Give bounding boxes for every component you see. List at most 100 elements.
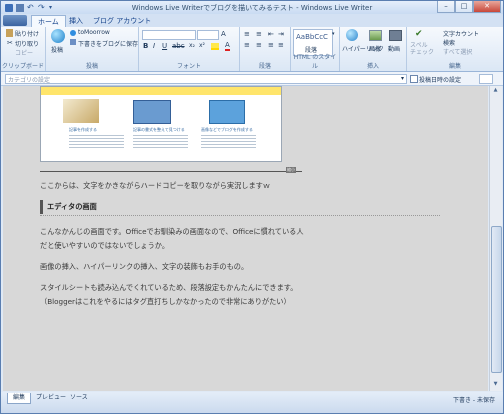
- maximize-button[interactable]: □: [455, 1, 473, 13]
- word-count-button[interactable]: 文字カウント: [443, 29, 479, 38]
- italic-icon[interactable]: I: [153, 42, 155, 50]
- font-family-select[interactable]: [142, 30, 196, 40]
- paragraph: （Bloggerはこれをやるにはタグ直打ちしかなかったので非常にありがたい）: [40, 297, 291, 306]
- font-color-icon[interactable]: A: [225, 41, 230, 51]
- scroll-up-icon[interactable]: ▲: [491, 87, 500, 95]
- copy-button[interactable]: コピー: [15, 48, 33, 57]
- paste-icon: [6, 29, 13, 37]
- scroll-down-icon[interactable]: ▼: [491, 381, 500, 389]
- heading-bar: [40, 200, 43, 214]
- clear-format-icon[interactable]: A: [221, 30, 226, 38]
- minimize-button[interactable]: –: [437, 1, 455, 13]
- close-button[interactable]: ✕: [473, 1, 501, 13]
- html-style-group-label: HTML のスタイル: [293, 54, 337, 70]
- font-size-select[interactable]: [197, 30, 219, 40]
- embedded-screenshot-image[interactable]: 記事を作成する 記事の書式を整えて見つける 画像などでブログを作成する: [40, 86, 282, 162]
- align-left-icon[interactable]: ≡: [244, 41, 250, 49]
- app-icon: [5, 3, 13, 12]
- clipboard-group: 貼り付け 切り取り ✂ コピー クリップボード: [1, 27, 46, 71]
- insert-video-button[interactable]: 動画: [388, 44, 400, 53]
- select-all-button[interactable]: すべて選択: [443, 47, 472, 56]
- window-title: Windows Live Writerでブログを描いてみるテスト - Windo…: [131, 4, 373, 12]
- align-justify-icon[interactable]: ≡: [278, 41, 284, 49]
- find-button[interactable]: 検索: [443, 38, 455, 47]
- font-group: A B I U abc x₂ x² A フォント: [139, 27, 240, 71]
- image-banner: [41, 87, 281, 95]
- date-picker[interactable]: [479, 74, 493, 84]
- highlight-icon[interactable]: [211, 43, 219, 50]
- bullet-list-icon[interactable]: ≡: [244, 30, 250, 38]
- category-field[interactable]: カテゴリの設定 ▾: [5, 74, 407, 84]
- image-bottom-border: [40, 171, 302, 172]
- paragraph: だと使いやすいのではないでしょうか。: [40, 241, 170, 250]
- redo-icon[interactable]: ↷: [38, 3, 46, 12]
- paste-button[interactable]: 貼り付け: [15, 29, 39, 38]
- underline-icon[interactable]: U: [162, 42, 167, 50]
- tab-source[interactable]: ソース: [65, 393, 93, 403]
- edit-group-label: 編集: [448, 63, 461, 70]
- paragraph: ここからは、文字をかきながらハードコピーを取りながら実況しますｗ: [40, 181, 271, 190]
- spellcheck-icon: ✔: [415, 29, 423, 39]
- outdent-icon[interactable]: ⇤: [268, 30, 274, 38]
- editor-canvas[interactable]: 記事を作成する 記事の書式を整えて見つける 画像などでブログを作成する 縮小 こ…: [3, 86, 488, 391]
- ribbon-tabs: ホーム 挿入 ブログ アカウント: [1, 14, 503, 28]
- insert-group-label: 挿入: [366, 63, 379, 70]
- hyperlink-icon: [346, 29, 358, 41]
- edit-group: ✔ スペル チェック 文字カウント 検索 すべて選択 編集: [407, 27, 503, 71]
- ribbon: 貼り付け 切り取り ✂ コピー クリップボード 投稿 toMoorrow 下書き…: [1, 27, 503, 72]
- blog-icon: [70, 30, 76, 36]
- window-controls: – □ ✕: [437, 1, 501, 13]
- image-resize-tag[interactable]: 縮小: [286, 167, 296, 173]
- superscript-icon[interactable]: x²: [199, 42, 205, 49]
- draft-status: 下書き - 未保存: [453, 397, 495, 404]
- publish-group-label: 投稿: [85, 63, 98, 70]
- image-icon: [369, 30, 382, 41]
- thumb-text: [133, 133, 188, 149]
- tab-edit[interactable]: 編集: [7, 393, 32, 404]
- style-preview: AaBbCcC: [296, 33, 328, 41]
- align-right-icon[interactable]: ≡: [268, 41, 274, 49]
- section-heading: エディタの画面: [47, 202, 97, 211]
- publish-group: 投稿 toMoorrow 下書きをブログに保存 投稿: [46, 27, 139, 71]
- notebook-icon: [63, 99, 99, 123]
- thumb-text: [201, 133, 256, 149]
- font-group-label: フォント: [176, 63, 201, 70]
- save-draft-button[interactable]: 下書きをブログに保存: [78, 39, 138, 48]
- gallery-more-icon[interactable]: ▾: [332, 31, 335, 37]
- scroll-thumb[interactable]: [491, 226, 502, 373]
- insert-image-button[interactable]: 画像: [369, 44, 381, 53]
- align-center-icon[interactable]: ≡: [256, 41, 262, 49]
- html-style-group: AaBbCcC 段落 ▾ HTML のスタイル: [291, 27, 340, 71]
- category-dropdown-icon[interactable]: ▾: [401, 75, 404, 82]
- paragraph-group-label: 段落: [258, 63, 271, 70]
- tab-blog-account[interactable]: ブログ アカウント: [87, 15, 157, 27]
- blog-selector[interactable]: toMoorrow: [78, 29, 110, 36]
- indent-icon[interactable]: ⇥: [278, 30, 284, 38]
- app-menu-button[interactable]: [3, 15, 27, 26]
- scissors-icon: ✂: [7, 39, 13, 47]
- spellcheck-button[interactable]: スペル チェック: [410, 42, 434, 56]
- globe-icon: [51, 29, 65, 43]
- numbered-list-icon[interactable]: ≡: [256, 30, 262, 38]
- cut-button[interactable]: 切り取り: [15, 39, 39, 48]
- post-properties-bar: カテゴリの設定 ▾ 投稿日時の設定: [1, 72, 503, 86]
- strikethrough-icon[interactable]: abc: [172, 42, 185, 50]
- clipboard-group-label: クリップボード: [1, 63, 44, 70]
- video-icon: [389, 30, 402, 41]
- chevron-down-icon[interactable]: ▾: [49, 4, 57, 12]
- draft-icon: [70, 39, 76, 45]
- bold-icon[interactable]: B: [143, 42, 148, 50]
- publish-button[interactable]: 投稿: [51, 45, 63, 54]
- undo-icon[interactable]: ↶: [27, 3, 35, 12]
- heading-underline: [40, 215, 440, 216]
- tab-insert[interactable]: 挿入: [63, 15, 89, 27]
- app-window: ↶ ↷ ▾ Windows Live Writerでブログを描いてみるテスト -…: [0, 0, 504, 414]
- subscript-icon[interactable]: x₂: [189, 42, 195, 49]
- date-checkbox[interactable]: [410, 75, 418, 83]
- save-icon[interactable]: [16, 3, 24, 12]
- screen-icon: [133, 100, 171, 124]
- category-placeholder: カテゴリの設定: [8, 77, 51, 84]
- thumb-text: [69, 133, 124, 149]
- status-bar: 編集 プレビュー ソース 下書き - 未保存: [1, 392, 503, 413]
- vertical-scrollbar[interactable]: ▲ ▼: [489, 86, 502, 391]
